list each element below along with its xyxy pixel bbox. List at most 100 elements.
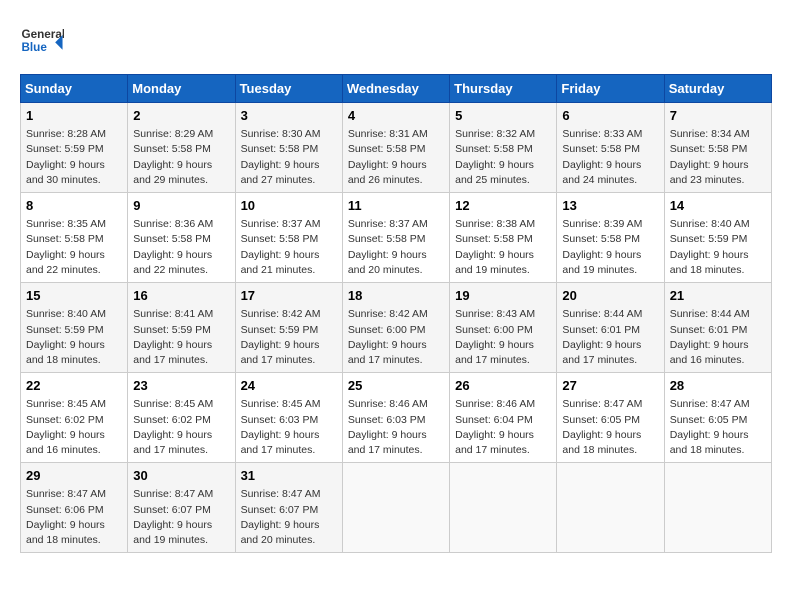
day-info: Sunrise: 8:47 AMSunset: 6:05 PMDaylight:…	[670, 397, 766, 458]
calendar-week-row: 15 Sunrise: 8:40 AMSunset: 5:59 PMDayligh…	[21, 283, 772, 373]
weekday-header-cell: Thursday	[450, 75, 557, 103]
calendar-day-cell: 11 Sunrise: 8:37 AMSunset: 5:58 PMDayligh…	[342, 193, 449, 283]
calendar-day-cell	[557, 463, 664, 553]
calendar-day-cell: 31Sunrise: 8:47 AMSunset: 6:07 PMDayligh…	[235, 463, 342, 553]
day-number: 4	[348, 107, 444, 125]
weekday-header-cell: Saturday	[664, 75, 771, 103]
calendar-day-cell: 12 Sunrise: 8:38 AMSunset: 5:58 PMDayligh…	[450, 193, 557, 283]
day-info: Sunrise: 8:45 AMSunset: 6:02 PMDaylight:…	[133, 397, 229, 458]
calendar-week-row: 29Sunrise: 8:47 AMSunset: 6:06 PMDayligh…	[21, 463, 772, 553]
day-number: 29	[26, 467, 122, 485]
day-number: 11	[348, 197, 444, 215]
day-info: Sunrise: 8:43 AMSunset: 6:00 PMDaylight:…	[455, 307, 551, 368]
calendar-day-cell: 5 Sunrise: 8:32 AMSunset: 5:58 PMDaylight…	[450, 103, 557, 193]
day-info: Sunrise: 8:31 AMSunset: 5:58 PMDaylight:…	[348, 127, 444, 188]
day-info: Sunrise: 8:37 AMSunset: 5:58 PMDaylight:…	[348, 217, 444, 278]
calendar-day-cell	[664, 463, 771, 553]
day-number: 21	[670, 287, 766, 305]
calendar-day-cell: 10 Sunrise: 8:37 AMSunset: 5:58 PMDayligh…	[235, 193, 342, 283]
calendar-day-cell: 26Sunrise: 8:46 AMSunset: 6:04 PMDayligh…	[450, 373, 557, 463]
day-info: Sunrise: 8:40 AMSunset: 5:59 PMDaylight:…	[26, 307, 122, 368]
day-number: 25	[348, 377, 444, 395]
day-info: Sunrise: 8:39 AMSunset: 5:58 PMDaylight:…	[562, 217, 658, 278]
calendar-day-cell: 21 Sunrise: 8:44 AMSunset: 6:01 PMDayligh…	[664, 283, 771, 373]
day-number: 14	[670, 197, 766, 215]
day-number: 12	[455, 197, 551, 215]
day-number: 6	[562, 107, 658, 125]
day-number: 9	[133, 197, 229, 215]
weekday-header-cell: Friday	[557, 75, 664, 103]
day-info: Sunrise: 8:45 AMSunset: 6:03 PMDaylight:…	[241, 397, 337, 458]
day-info: Sunrise: 8:37 AMSunset: 5:58 PMDaylight:…	[241, 217, 337, 278]
weekday-header-cell: Wednesday	[342, 75, 449, 103]
calendar-day-cell	[342, 463, 449, 553]
day-number: 18	[348, 287, 444, 305]
day-info: Sunrise: 8:40 AMSunset: 5:59 PMDaylight:…	[670, 217, 766, 278]
calendar-table: SundayMondayTuesdayWednesdayThursdayFrid…	[20, 74, 772, 553]
day-number: 13	[562, 197, 658, 215]
calendar-day-cell: 2 Sunrise: 8:29 AMSunset: 5:58 PMDaylight…	[128, 103, 235, 193]
day-info: Sunrise: 8:46 AMSunset: 6:04 PMDaylight:…	[455, 397, 551, 458]
day-number: 24	[241, 377, 337, 395]
calendar-day-cell: 1 Sunrise: 8:28 AMSunset: 5:59 PMDaylight…	[21, 103, 128, 193]
calendar-day-cell: 13 Sunrise: 8:39 AMSunset: 5:58 PMDayligh…	[557, 193, 664, 283]
calendar-day-cell: 29Sunrise: 8:47 AMSunset: 6:06 PMDayligh…	[21, 463, 128, 553]
calendar-day-cell: 24 Sunrise: 8:45 AMSunset: 6:03 PMDayligh…	[235, 373, 342, 463]
day-info: Sunrise: 8:44 AMSunset: 6:01 PMDaylight:…	[670, 307, 766, 368]
day-number: 2	[133, 107, 229, 125]
weekday-header-cell: Monday	[128, 75, 235, 103]
day-number: 20	[562, 287, 658, 305]
day-number: 8	[26, 197, 122, 215]
day-info: Sunrise: 8:47 AMSunset: 6:05 PMDaylight:…	[562, 397, 658, 458]
day-info: Sunrise: 8:35 AMSunset: 5:58 PMDaylight:…	[26, 217, 122, 278]
day-info: Sunrise: 8:30 AMSunset: 5:58 PMDaylight:…	[241, 127, 337, 188]
day-info: Sunrise: 8:45 AMSunset: 6:02 PMDaylight:…	[26, 397, 122, 458]
logo: General Blue	[20, 20, 64, 64]
day-number: 19	[455, 287, 551, 305]
calendar-day-cell: 17 Sunrise: 8:42 AMSunset: 5:59 PMDayligh…	[235, 283, 342, 373]
day-info: Sunrise: 8:47 AMSunset: 6:07 PMDaylight:…	[133, 487, 229, 548]
day-number: 5	[455, 107, 551, 125]
calendar-day-cell: 7Sunrise: 8:34 AMSunset: 5:58 PMDaylight…	[664, 103, 771, 193]
day-info: Sunrise: 8:46 AMSunset: 6:03 PMDaylight:…	[348, 397, 444, 458]
calendar-week-row: 1 Sunrise: 8:28 AMSunset: 5:59 PMDaylight…	[21, 103, 772, 193]
day-number: 16	[133, 287, 229, 305]
calendar-day-cell: 9 Sunrise: 8:36 AMSunset: 5:58 PMDaylight…	[128, 193, 235, 283]
day-info: Sunrise: 8:32 AMSunset: 5:58 PMDaylight:…	[455, 127, 551, 188]
day-number: 28	[670, 377, 766, 395]
day-number: 22	[26, 377, 122, 395]
day-info: Sunrise: 8:44 AMSunset: 6:01 PMDaylight:…	[562, 307, 658, 368]
calendar-day-cell: 18Sunrise: 8:42 AMSunset: 6:00 PMDayligh…	[342, 283, 449, 373]
calendar-day-cell: 4 Sunrise: 8:31 AMSunset: 5:58 PMDaylight…	[342, 103, 449, 193]
calendar-day-cell: 23Sunrise: 8:45 AMSunset: 6:02 PMDayligh…	[128, 373, 235, 463]
day-number: 30	[133, 467, 229, 485]
day-info: Sunrise: 8:42 AMSunset: 5:59 PMDaylight:…	[241, 307, 337, 368]
day-info: Sunrise: 8:28 AMSunset: 5:59 PMDaylight:…	[26, 127, 122, 188]
day-number: 10	[241, 197, 337, 215]
day-info: Sunrise: 8:29 AMSunset: 5:58 PMDaylight:…	[133, 127, 229, 188]
calendar-day-cell: 22 Sunrise: 8:45 AMSunset: 6:02 PMDayligh…	[21, 373, 128, 463]
calendar-day-cell: 8 Sunrise: 8:35 AMSunset: 5:58 PMDaylight…	[21, 193, 128, 283]
calendar-day-cell: 28 Sunrise: 8:47 AMSunset: 6:05 PMDayligh…	[664, 373, 771, 463]
day-info: Sunrise: 8:38 AMSunset: 5:58 PMDaylight:…	[455, 217, 551, 278]
calendar-body: 1 Sunrise: 8:28 AMSunset: 5:59 PMDaylight…	[21, 103, 772, 553]
page-header: General Blue	[20, 20, 772, 64]
day-number: 15	[26, 287, 122, 305]
weekday-header-cell: Tuesday	[235, 75, 342, 103]
day-number: 7	[670, 107, 766, 125]
weekday-header-cell: Sunday	[21, 75, 128, 103]
calendar-day-cell: 25 Sunrise: 8:46 AMSunset: 6:03 PMDayligh…	[342, 373, 449, 463]
day-number: 1	[26, 107, 122, 125]
calendar-day-cell: 16 Sunrise: 8:41 AMSunset: 5:59 PMDayligh…	[128, 283, 235, 373]
calendar-day-cell	[450, 463, 557, 553]
day-number: 17	[241, 287, 337, 305]
calendar-day-cell: 3Sunrise: 8:30 AMSunset: 5:58 PMDaylight…	[235, 103, 342, 193]
svg-text:General: General	[21, 28, 64, 41]
day-info: Sunrise: 8:36 AMSunset: 5:58 PMDaylight:…	[133, 217, 229, 278]
calendar-day-cell: 30 Sunrise: 8:47 AMSunset: 6:07 PMDayligh…	[128, 463, 235, 553]
day-info: Sunrise: 8:33 AMSunset: 5:58 PMDaylight:…	[562, 127, 658, 188]
day-info: Sunrise: 8:41 AMSunset: 5:59 PMDaylight:…	[133, 307, 229, 368]
calendar-day-cell: 6 Sunrise: 8:33 AMSunset: 5:58 PMDaylight…	[557, 103, 664, 193]
calendar-day-cell: 14 Sunrise: 8:40 AMSunset: 5:59 PMDayligh…	[664, 193, 771, 283]
calendar-day-cell: 20 Sunrise: 8:44 AMSunset: 6:01 PMDayligh…	[557, 283, 664, 373]
